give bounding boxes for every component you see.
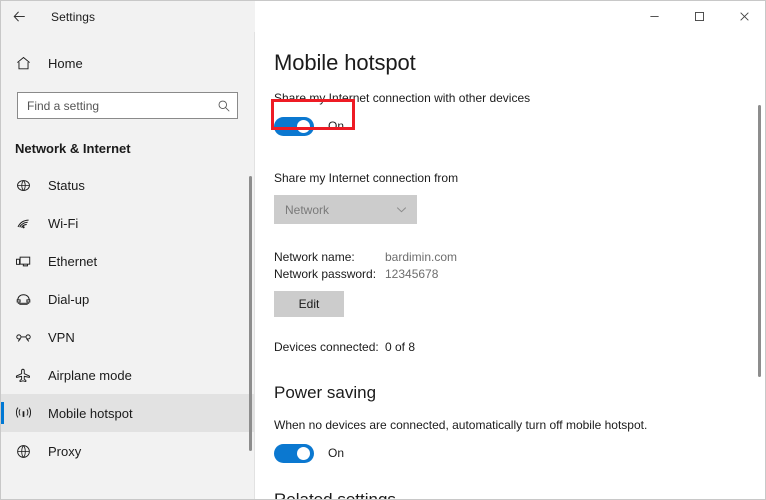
sidebar-item-dialup-label: Dial-up [48, 291, 90, 307]
settings-window: Settings Home Find a setting Network & I… [0, 0, 766, 500]
related-settings-title: Related settings [274, 490, 396, 500]
airplane-icon [15, 367, 41, 384]
sidebar-item-proxy-label: Proxy [48, 443, 82, 459]
power-saving-title: Power saving [274, 383, 377, 402]
network-password-value: 12345678 [385, 267, 439, 281]
toggle-knob [297, 119, 310, 133]
search-input[interactable] [27, 98, 217, 113]
edit-button[interactable]: Edit [274, 291, 344, 317]
content-pane: Mobile hotspot Share my Internet connect… [256, 32, 765, 500]
sidebar-item-dialup[interactable]: Dial-up [1, 280, 254, 318]
sidebar-scrollbar-thumb[interactable] [249, 176, 252, 451]
sidebar-item-ethernet[interactable]: Ethernet [1, 242, 254, 280]
share-connection-toggle[interactable] [274, 116, 314, 136]
app-title: Settings [51, 9, 96, 24]
sidebar-item-vpn[interactable]: VPN [1, 318, 254, 356]
power-saving-toggle-state: On [328, 446, 345, 460]
network-password-row: Network password: 12345678 [274, 267, 765, 281]
network-name-value: bardimin.com [385, 250, 458, 264]
sidebar-item-wifi[interactable]: Wi-Fi [1, 204, 254, 242]
devices-connected-value: 0 of 8 [385, 340, 416, 354]
ethernet-icon [15, 253, 41, 270]
power-saving-toggle-row: On [274, 443, 765, 463]
sidebar-item-status[interactable]: Status [1, 166, 254, 204]
sidebar-item-vpn-label: VPN [48, 329, 75, 345]
sidebar-nav-list: Status Wi-Fi Ethernet Dial-up VPN Airpla… [1, 166, 254, 470]
sidebar-item-airplane-mode-label: Airplane mode [48, 367, 132, 383]
share-connection-toggle-row: On [274, 116, 765, 136]
sidebar-item-ethernet-label: Ethernet [48, 253, 98, 269]
search-box[interactable] [17, 92, 238, 119]
sidebar-item-wifi-label: Wi-Fi [48, 215, 79, 231]
page-title: Mobile hotspot [274, 50, 416, 75]
share-from-dropdown[interactable]: Network [274, 195, 417, 224]
title-bar: Settings [1, 1, 765, 32]
share-from-dropdown-value: Network [285, 202, 330, 217]
share-connection-label: Share my Internet connection with other … [274, 91, 531, 105]
network-name-key: Network name: [274, 250, 355, 264]
window-controls [255, 1, 765, 32]
title-bar-left: Settings [1, 1, 255, 32]
globe-status-icon [15, 177, 41, 194]
sidebar-item-status-label: Status [48, 177, 85, 193]
network-name-row: Network name: bardimin.com [274, 250, 765, 264]
sidebar-item-proxy[interactable]: Proxy [1, 432, 254, 470]
sidebar-item-home-label: Home [48, 55, 83, 71]
power-saving-toggle[interactable] [274, 443, 314, 463]
power-saving-description: When no devices are connected, automatic… [274, 418, 648, 432]
share-from-label: Share my Internet connection from [274, 171, 459, 185]
network-credentials: Network name: bardimin.com Network passw… [274, 250, 765, 317]
content-scrollbar-thumb[interactable] [758, 105, 761, 377]
wifi-icon [15, 215, 41, 232]
network-password-key: Network password: [274, 267, 377, 281]
home-icon [15, 55, 41, 72]
back-arrow-icon[interactable] [1, 1, 37, 32]
minimize-button[interactable] [632, 1, 677, 32]
devices-connected-key: Devices connected: [274, 340, 379, 354]
broadcast-icon [15, 405, 41, 422]
globe-proxy-icon [15, 443, 41, 460]
sidebar-item-mobile-hotspot-label: Mobile hotspot [48, 405, 133, 421]
sidebar-item-airplane-mode[interactable]: Airplane mode [1, 356, 254, 394]
sidebar-item-home[interactable]: Home [1, 46, 254, 80]
sidebar: Home Network & Internet Status [1, 32, 255, 499]
sidebar-item-mobile-hotspot[interactable]: Mobile hotspot [1, 394, 254, 432]
chevron-down-icon [395, 203, 408, 216]
devices-connected-row: Devices connected: 0 of 8 [274, 340, 765, 354]
maximize-button[interactable] [677, 1, 722, 32]
search-icon[interactable] [217, 99, 231, 113]
toggle-knob [297, 446, 310, 460]
sidebar-section-title: Network & Internet [15, 141, 131, 156]
close-button[interactable] [722, 1, 765, 32]
vpn-icon [15, 329, 41, 346]
dialup-phone-icon [15, 291, 41, 308]
share-connection-toggle-state: On [328, 119, 345, 133]
